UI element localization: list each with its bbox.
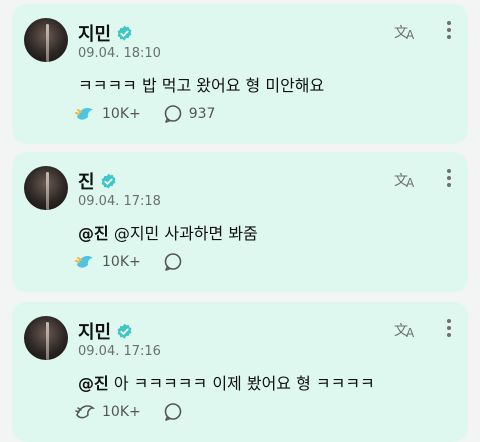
post-card[interactable]: 지민 09.04. 17:16 文A @진 아 ㅋㅋㅋㅋㅋ 이제 봤어요 형 ㅋ… xyxy=(12,302,468,442)
more-vert-icon[interactable] xyxy=(446,166,452,190)
translate-icon[interactable]: 文A xyxy=(394,170,418,194)
like-count: 10K+ xyxy=(102,254,141,270)
svg-text:A: A xyxy=(406,326,415,340)
post-mention[interactable]: @진 xyxy=(78,374,109,393)
post-time: 09.04. 18:10 xyxy=(78,46,161,61)
post-card[interactable]: 지민 09.04. 18:10 文A ㅋㅋㅋㅋ 밥 먹고 왔어요 형 미안해요 … xyxy=(12,4,468,144)
comment-count: 937 xyxy=(188,106,216,122)
translate-icon[interactable]: 文A xyxy=(394,320,418,344)
comment-icon xyxy=(163,104,183,124)
avatar[interactable] xyxy=(24,316,68,360)
like-icon xyxy=(74,252,96,272)
comment-button[interactable]: 937 xyxy=(163,104,216,124)
author-name[interactable]: 지민 xyxy=(78,20,111,46)
post-body: 아 ㅋㅋㅋㅋㅋ 이제 봤어요 형 ㅋㅋㅋㅋ xyxy=(113,374,375,393)
like-button[interactable]: 10K+ xyxy=(74,104,141,124)
post-card[interactable]: 진 09.04. 17:18 文A @진 @지민 사과하면 봐줌 10K+ xyxy=(12,152,468,292)
like-count: 10K+ xyxy=(102,106,141,122)
post-time: 09.04. 17:16 xyxy=(78,344,161,359)
post-text: @진 @지민 사과하면 봐줌 xyxy=(78,220,258,244)
post-time: 09.04. 17:18 xyxy=(78,194,161,209)
post-text: @진 아 ㅋㅋㅋㅋㅋ 이제 봤어요 형 ㅋㅋㅋㅋ xyxy=(78,370,375,394)
like-count: 10K+ xyxy=(102,404,141,420)
svg-text:A: A xyxy=(406,28,415,42)
author-name[interactable]: 진 xyxy=(78,168,95,194)
comment-icon xyxy=(163,402,183,422)
avatar[interactable] xyxy=(24,18,68,62)
comment-button[interactable] xyxy=(163,402,189,422)
comment-button[interactable] xyxy=(163,252,189,272)
like-button[interactable]: 10K+ xyxy=(74,252,141,272)
post-mention[interactable]: @진 xyxy=(78,224,109,243)
more-vert-icon[interactable] xyxy=(446,18,452,42)
like-button[interactable]: 10K+ xyxy=(74,402,141,422)
avatar[interactable] xyxy=(24,166,68,210)
post-body: @지민 사과하면 봐줌 xyxy=(113,224,258,243)
verified-badge-icon xyxy=(100,173,117,190)
svg-text:A: A xyxy=(406,176,415,190)
verified-badge-icon xyxy=(116,323,133,340)
like-icon xyxy=(74,104,96,124)
translate-icon[interactable]: 文A xyxy=(394,22,418,46)
like-icon xyxy=(74,402,96,422)
more-vert-icon[interactable] xyxy=(446,316,452,340)
author-name[interactable]: 지민 xyxy=(78,318,111,344)
comment-icon xyxy=(163,252,183,272)
post-body: ㅋㅋㅋㅋ 밥 먹고 왔어요 형 미안해요 xyxy=(78,76,325,95)
verified-badge-icon xyxy=(116,25,133,42)
post-text: ㅋㅋㅋㅋ 밥 먹고 왔어요 형 미안해요 xyxy=(78,72,324,96)
